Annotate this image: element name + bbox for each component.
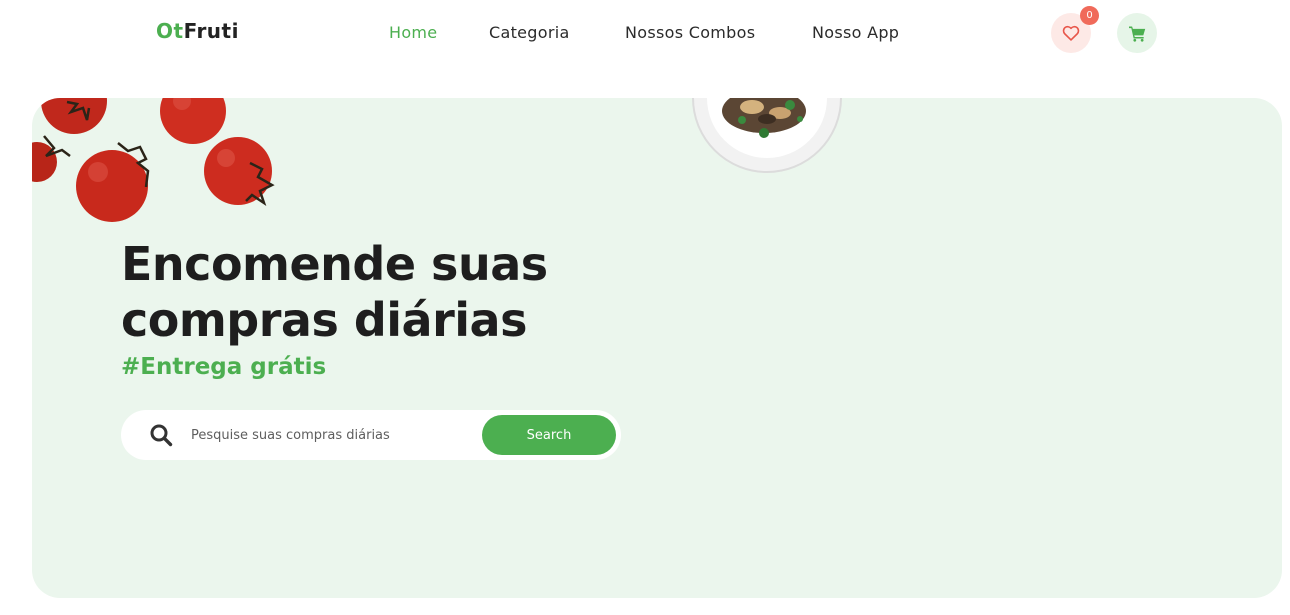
hero-headline-line1: Encomende suas — [121, 237, 548, 291]
nav-home[interactable]: Home — [389, 23, 437, 42]
search-icon — [150, 424, 173, 447]
nav-nossos-combos[interactable]: Nossos Combos — [625, 23, 755, 42]
hero-tagline: #Entrega grátis — [121, 354, 327, 380]
tomatoes-image — [32, 98, 275, 222]
search-button[interactable]: Search — [482, 415, 616, 455]
main-nav: Home Categoria Nossos Combos Nosso App — [0, 23, 1290, 47]
hero-headline-line2: compras diárias — [121, 293, 527, 347]
cart-button[interactable] — [1117, 13, 1157, 53]
hero-headline: Encomende suas compras diárias — [121, 236, 548, 348]
food-plate-image — [692, 98, 842, 173]
search-input[interactable] — [191, 420, 471, 450]
wishlist-count-badge: 0 — [1080, 6, 1099, 25]
wishlist-button[interactable]: 0 — [1051, 6, 1099, 53]
nav-nosso-app[interactable]: Nosso App — [812, 23, 899, 42]
heart-icon — [1062, 25, 1080, 41]
hero-banner: Encomende suas compras diárias #Entrega … — [32, 98, 1282, 598]
cart-icon — [1128, 26, 1145, 42]
search-bar: Search — [121, 410, 621, 460]
nav-categoria[interactable]: Categoria — [489, 23, 570, 42]
